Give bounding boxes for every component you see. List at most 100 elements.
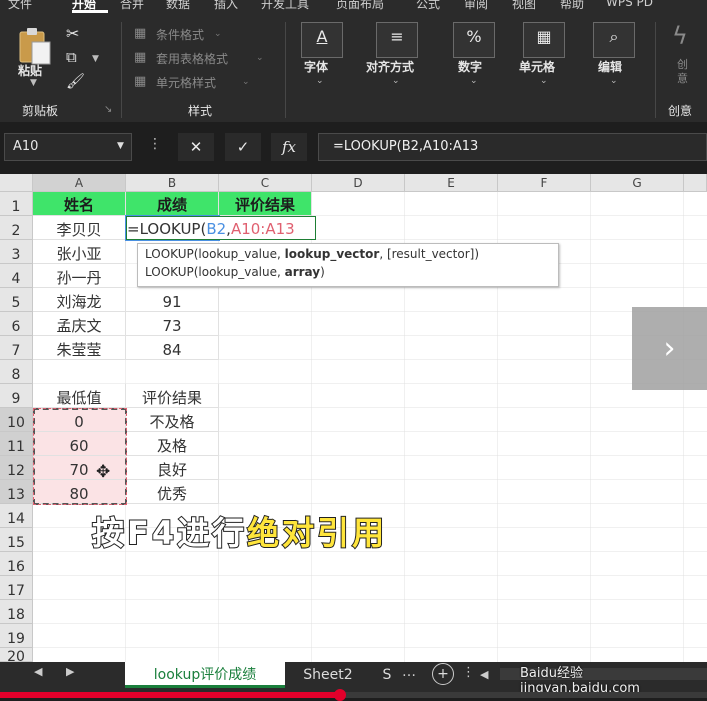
row-header-6[interactable]: 6: [0, 312, 33, 336]
menu-review[interactable]: 审阅: [464, 0, 488, 12]
editing-button[interactable]: ⌕: [593, 22, 635, 58]
paste-dropdown-icon[interactable]: ▼: [30, 78, 37, 88]
column-header-a[interactable]: A: [33, 174, 126, 192]
column-header-c[interactable]: C: [219, 174, 312, 192]
add-sheet-icon[interactable]: +: [432, 663, 454, 685]
cells-button[interactable]: ▦: [523, 22, 565, 58]
row-header-7[interactable]: 7: [0, 336, 33, 360]
hscroll-left-icon[interactable]: ◀: [480, 668, 488, 681]
row-header-9[interactable]: 9: [0, 384, 33, 408]
cell-a1[interactable]: 姓名: [33, 192, 126, 216]
paste-label[interactable]: 粘贴: [18, 62, 42, 79]
alignment-dropdown-icon[interactable]: ⌄: [392, 76, 400, 86]
row-header-14[interactable]: 14: [0, 504, 33, 528]
row-header-1[interactable]: 1: [0, 192, 33, 216]
row-header-3[interactable]: 3: [0, 240, 33, 264]
menu-page-layout[interactable]: 页面布局: [336, 0, 384, 12]
menu-file[interactable]: 文件: [8, 0, 32, 12]
conditional-format-button[interactable]: 条件格式: [156, 26, 204, 43]
cell-b11[interactable]: 及格: [126, 432, 219, 456]
menu-view[interactable]: 视图: [512, 0, 536, 12]
cut-icon[interactable]: ✂: [66, 24, 79, 43]
cell-a7[interactable]: 朱莹莹: [33, 336, 126, 360]
menu-insert[interactable]: 插入: [214, 0, 238, 12]
cell-a6[interactable]: 孟庆文: [33, 312, 126, 336]
cell-b1[interactable]: 成绩: [126, 192, 219, 216]
cell-style-dropdown-icon[interactable]: ⌄: [242, 77, 250, 87]
cell-b6[interactable]: 73: [126, 312, 219, 336]
formula-input[interactable]: =LOOKUP(B2,A10:A13: [318, 133, 707, 161]
row-header-10[interactable]: 10: [0, 408, 33, 432]
cells-label[interactable]: 单元格: [519, 58, 555, 75]
row-header-20[interactable]: 20: [0, 648, 33, 662]
menu-help[interactable]: 帮助: [560, 0, 584, 12]
menu-developer[interactable]: 开发工具: [261, 0, 309, 12]
cell-b9[interactable]: 评价结果: [126, 384, 219, 408]
table-format-button[interactable]: 套用表格格式: [156, 50, 228, 67]
column-header-g[interactable]: G: [591, 174, 684, 192]
alignment-label[interactable]: 对齐方式: [366, 58, 414, 75]
copy-dropdown-icon[interactable]: ▼: [92, 54, 99, 64]
more-options-icon[interactable]: ⋮: [462, 665, 475, 680]
column-header-b[interactable]: B: [126, 174, 219, 192]
row-header-4[interactable]: 4: [0, 264, 33, 288]
editing-label[interactable]: 编辑: [598, 58, 622, 75]
tooltip-line-1[interactable]: LOOKUP(lookup_value, lookup_vector, [res…: [145, 247, 479, 261]
cell-a2[interactable]: 李贝贝: [33, 216, 126, 240]
column-header-e[interactable]: E: [405, 174, 498, 192]
menu-wps-pdf[interactable]: WPS PD: [606, 0, 653, 9]
next-slide-button[interactable]: ›: [632, 307, 707, 390]
copy-icon[interactable]: ⧉: [66, 48, 77, 66]
lightning-icon[interactable]: ϟ: [672, 22, 688, 50]
cancel-button[interactable]: ✕: [178, 133, 214, 161]
table-format-dropdown-icon[interactable]: ⌄: [256, 53, 264, 63]
menu-formulas[interactable]: 公式: [416, 0, 440, 12]
tooltip-line-2[interactable]: LOOKUP(lookup_value, array): [145, 265, 325, 279]
scroll-left-icon[interactable]: ◀: [34, 665, 42, 678]
editing-dropdown-icon[interactable]: ⌄: [610, 76, 618, 86]
row-header-13[interactable]: 13: [0, 480, 33, 504]
column-header-h[interactable]: [684, 174, 707, 192]
font-label[interactable]: 字体: [304, 58, 328, 75]
format-painter-icon[interactable]: 🖌: [66, 72, 85, 90]
row-header-18[interactable]: 18: [0, 600, 33, 624]
cells-dropdown-icon[interactable]: ⌄: [540, 76, 548, 86]
cell-b12[interactable]: 良好: [126, 456, 219, 480]
sheet-tab-sheet2[interactable]: Sheet2: [290, 662, 366, 688]
column-header-f[interactable]: F: [498, 174, 591, 192]
enter-button[interactable]: ✓: [225, 133, 261, 161]
row-header-5[interactable]: 5: [0, 288, 33, 312]
editing-cell-c2[interactable]: =LOOKUP(B2,A10:A13: [126, 216, 316, 240]
cell-a9[interactable]: 最低值: [33, 384, 126, 408]
number-button[interactable]: %: [453, 22, 495, 58]
menu-merge[interactable]: 合并: [120, 0, 144, 12]
insert-function-button[interactable]: fx: [271, 133, 307, 161]
cell-style-button[interactable]: 单元格样式: [156, 74, 216, 91]
select-all-corner[interactable]: [0, 174, 33, 192]
number-label[interactable]: 数字: [458, 58, 482, 75]
column-header-d[interactable]: D: [312, 174, 405, 192]
row-header-2[interactable]: 2: [0, 216, 33, 240]
name-box-dropdown-icon[interactable]: ▼: [117, 141, 124, 151]
cell-a3[interactable]: 张小亚: [33, 240, 126, 264]
cell-a4[interactable]: 孙一丹: [33, 264, 126, 288]
cell-b7[interactable]: 84: [126, 336, 219, 360]
sheet-tab-lookup[interactable]: lookup评价成绩: [125, 662, 285, 688]
row-header-11[interactable]: 11: [0, 432, 33, 456]
font-button[interactable]: A: [301, 22, 343, 58]
cell-b10[interactable]: 不及格: [126, 408, 219, 432]
row-header-8[interactable]: 8: [0, 360, 33, 384]
cell-b5[interactable]: 91: [126, 288, 219, 312]
sheet-tab-third[interactable]: S: [376, 662, 398, 688]
cell-c1[interactable]: 评价结果: [219, 192, 312, 216]
number-dropdown-icon[interactable]: ⌄: [470, 76, 478, 86]
font-dropdown-icon[interactable]: ⌄: [316, 76, 324, 86]
row-header-15[interactable]: 15: [0, 528, 33, 552]
more-options-icon[interactable]: ⋮: [148, 136, 162, 152]
row-header-16[interactable]: 16: [0, 552, 33, 576]
row-header-19[interactable]: 19: [0, 624, 33, 648]
row-header-12[interactable]: 12: [0, 456, 33, 480]
cell-b13[interactable]: 优秀: [126, 480, 219, 504]
video-progress-handle[interactable]: [334, 689, 346, 701]
cell-a5[interactable]: 刘海龙: [33, 288, 126, 312]
